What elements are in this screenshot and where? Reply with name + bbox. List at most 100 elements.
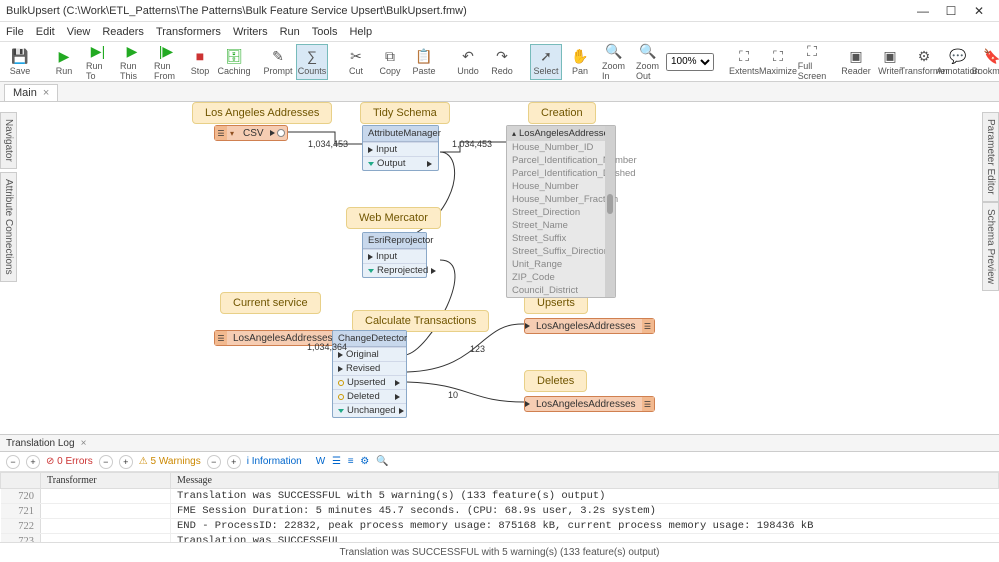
input-port[interactable] [368, 147, 373, 153]
stop-button[interactable]: ■Stop [184, 44, 216, 80]
output-port[interactable] [427, 161, 433, 167]
copy-button[interactable]: ⧉Copy [374, 44, 406, 80]
feature-count: 10 [448, 390, 458, 400]
schema-field: House_Number [507, 180, 615, 193]
runto-icon: ▶| [91, 43, 105, 60]
output-port[interactable] [270, 130, 275, 136]
zoomout-button[interactable]: 🔍Zoom Out [632, 44, 664, 80]
log-info[interactable]: i Information [247, 456, 302, 467]
schema-los-angeles-addresses[interactable]: ▴LosAngelesAddresses House_Number_ID Par… [506, 125, 616, 298]
navigator-tab[interactable]: Navigator [0, 112, 17, 169]
zoomin-button[interactable]: 🔍Zoom In [598, 44, 630, 80]
run-button[interactable]: ▶Run [48, 44, 80, 80]
canvas[interactable]: Navigator Attribute Connections Paramete… [0, 102, 999, 434]
fullscreen-icon: ⛶ [807, 43, 817, 60]
log-view-buttons[interactable]: W ☰ ≡ ⚙ 🔍 [316, 456, 391, 467]
tab-main[interactable]: Main× [4, 84, 58, 101]
menu-run[interactable]: Run [280, 26, 300, 38]
window-title: BulkUpsert (C:\Work\ETL_Patterns\The Pat… [6, 5, 909, 17]
log-row[interactable]: 722END - ProcessID: 22832, peak process … [1, 519, 999, 534]
runto-button[interactable]: ▶|Run To [82, 44, 114, 80]
toolbar: 💾Save ▶Run ▶|Run To ▶Run This |▶Run From… [0, 42, 999, 82]
log-row[interactable]: 721FME Session Duration: 5 minutes 45.7 … [1, 504, 999, 519]
menu-transformers[interactable]: Transformers [156, 26, 221, 38]
close-button[interactable]: ✕ [965, 1, 993, 21]
input-port[interactable] [368, 254, 373, 260]
expand-button[interactable]: + [26, 455, 40, 469]
menu-writers[interactable]: Writers [233, 26, 268, 38]
cache-icon[interactable] [277, 129, 285, 137]
menu-tools[interactable]: Tools [312, 26, 338, 38]
pan-button[interactable]: ✋Pan [564, 44, 596, 80]
schema-preview-tab[interactable]: Schema Preview [982, 202, 999, 291]
runfrom-button[interactable]: |▶Run From [150, 44, 182, 80]
expand-button[interactable]: + [227, 455, 241, 469]
attrconn-tab[interactable]: Attribute Connections [0, 172, 17, 282]
extents-button[interactable]: ⛶Extents [728, 44, 760, 80]
annotation-button[interactable]: 💬Annotation [942, 44, 974, 80]
reader-csv[interactable]: ☰ ▾ CSV [214, 125, 288, 141]
cut-button[interactable]: ✂Cut [340, 44, 372, 80]
extents-icon: ⛶ [739, 47, 749, 65]
output-port[interactable] [399, 408, 404, 414]
collapse-button[interactable]: − [207, 455, 221, 469]
caching-button[interactable]: 🗄Caching [218, 44, 250, 80]
collapse-button[interactable]: − [99, 455, 113, 469]
log-warnings[interactable]: ⚠ 5 Warnings [139, 456, 201, 467]
select-button[interactable]: ➚Select [530, 44, 562, 80]
close-icon[interactable]: × [43, 87, 49, 99]
log-tab[interactable]: Translation Log× [0, 434, 999, 452]
reader-button[interactable]: ▣Reader [840, 44, 872, 80]
runthis-button[interactable]: ▶Run This [116, 44, 148, 80]
undo-button[interactable]: ↶Undo [452, 44, 484, 80]
menu-edit[interactable]: Edit [36, 26, 55, 38]
dot-icon [338, 380, 344, 386]
paste-icon: 📋 [415, 47, 432, 65]
status-bar: Translation was SUCCESSFUL with 5 warnin… [0, 542, 999, 562]
counts-icon: ∑ [307, 47, 317, 65]
zoom-selector[interactable]: 100% [666, 53, 714, 71]
log-row[interactable]: 720Translation was SUCCESSFUL with 5 war… [1, 489, 999, 504]
menu-help[interactable]: Help [349, 26, 372, 38]
close-icon[interactable]: × [81, 438, 87, 449]
maximize-button[interactable]: ☐ [937, 1, 965, 21]
schema-field: ZIP_Code [507, 271, 615, 284]
bookmark-icon: 🔖 [983, 47, 999, 65]
param-editor-tab[interactable]: Parameter Editor [982, 112, 999, 202]
scrollbar[interactable] [605, 126, 615, 297]
minimize-button[interactable]: — [909, 1, 937, 21]
writer-deletes[interactable]: LosAngelesAddresses ☰ [524, 396, 655, 412]
transformer-button[interactable]: ⚙Transformer [908, 44, 940, 80]
xform-esri-reprojector[interactable]: EsriReprojector Input Reprojected [362, 232, 427, 278]
menu-file[interactable]: File [6, 26, 24, 38]
bookmark-button[interactable]: 🔖Bookmark [976, 44, 999, 80]
redo-button[interactable]: ↷Redo [486, 44, 518, 80]
writer-upserts[interactable]: LosAngelesAddresses ☰ [524, 318, 655, 334]
chevron-up-icon[interactable]: ▴ [512, 129, 516, 138]
fullscreen-button[interactable]: ⛶Full Screen [796, 44, 828, 80]
xform-attribute-manager[interactable]: AttributeManager Input Output [362, 125, 439, 171]
counts-button[interactable]: ∑Counts [296, 44, 328, 80]
expand-button[interactable]: + [119, 455, 133, 469]
collapse-button[interactable]: − [6, 455, 20, 469]
input-port[interactable] [338, 352, 343, 358]
maximize-button-tb[interactable]: ⛶Maximize [762, 44, 794, 80]
prompt-button[interactable]: ✎Prompt [262, 44, 294, 80]
log-grid[interactable]: TransformerMessage 720Translation was SU… [0, 472, 999, 544]
paste-button[interactable]: 📋Paste [408, 44, 440, 80]
chevron-down-icon[interactable]: ▾ [227, 129, 237, 138]
schema-field: Street_Name [507, 219, 615, 232]
input-port[interactable] [338, 366, 343, 372]
chevron-down-icon[interactable] [368, 269, 374, 273]
log-errors[interactable]: ⊘ 0 Errors [46, 456, 93, 467]
output-port[interactable] [395, 394, 401, 400]
menu-view[interactable]: View [67, 26, 91, 38]
output-port[interactable] [431, 268, 436, 274]
feature-count: 1,034,453 [452, 139, 492, 149]
undo-icon: ↶ [462, 47, 474, 65]
chevron-down-icon[interactable] [368, 162, 374, 166]
save-button[interactable]: 💾Save [4, 44, 36, 80]
chevron-down-icon[interactable] [338, 409, 344, 413]
menu-readers[interactable]: Readers [102, 26, 144, 38]
output-port[interactable] [395, 380, 401, 386]
